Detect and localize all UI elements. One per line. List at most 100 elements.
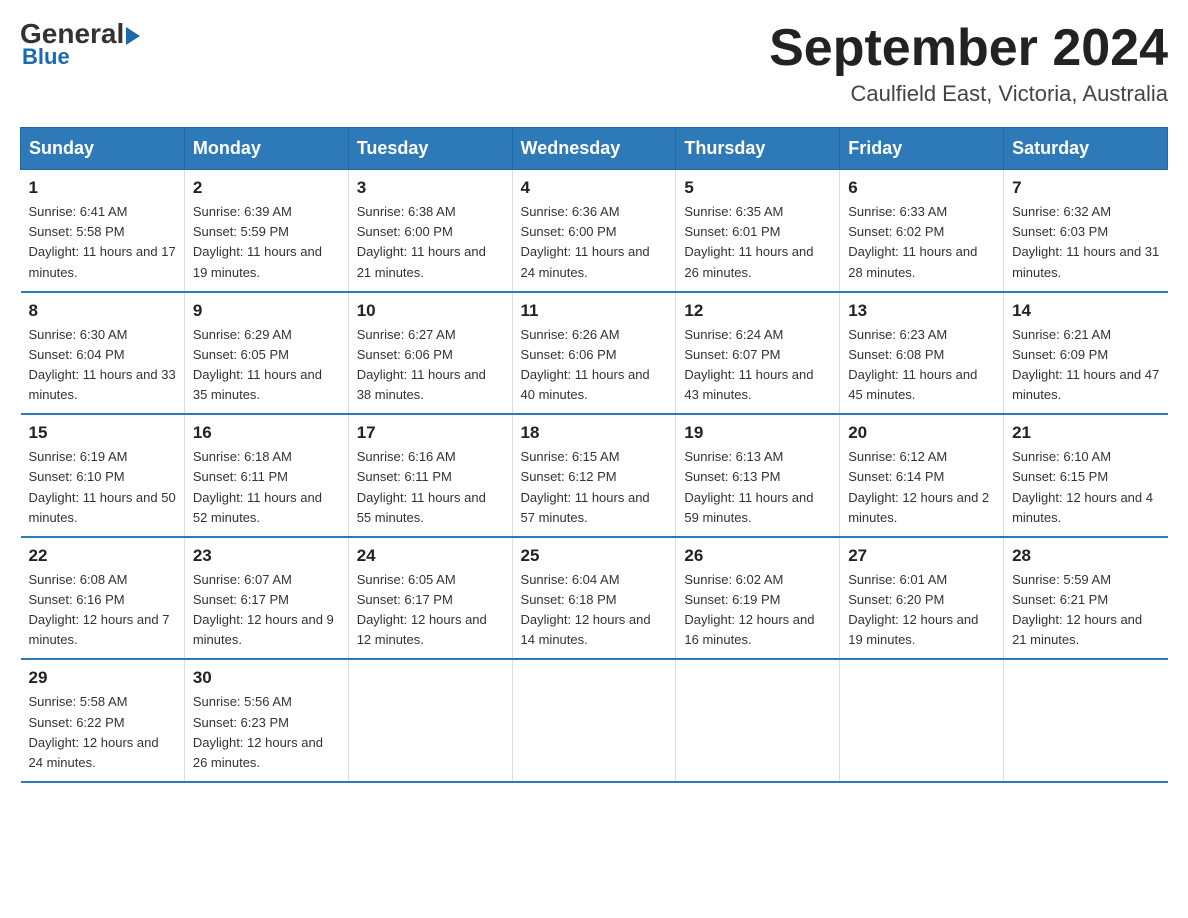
day-info: Sunrise: 6:16 AMSunset: 6:11 PMDaylight:… bbox=[357, 447, 504, 528]
day-number: 18 bbox=[521, 423, 668, 443]
calendar-cell: 15Sunrise: 6:19 AMSunset: 6:10 PMDayligh… bbox=[21, 414, 185, 537]
calendar-cell: 20Sunrise: 6:12 AMSunset: 6:14 PMDayligh… bbox=[840, 414, 1004, 537]
calendar-cell: 14 Sunrise: 6:21 AMSunset: 6:09 PMDayligh… bbox=[1004, 292, 1168, 415]
calendar-cell: 13 Sunrise: 6:23 AMSunset: 6:08 PMDayligh… bbox=[840, 292, 1004, 415]
day-info: Sunrise: 6:04 AMSunset: 6:18 PMDaylight:… bbox=[521, 570, 668, 651]
day-number: 27 bbox=[848, 546, 995, 566]
calendar-header: Sunday Monday Tuesday Wednesday Thursday… bbox=[21, 128, 1168, 170]
day-number: 7 bbox=[1012, 178, 1159, 198]
day-info: Sunrise: 6:01 AMSunset: 6:20 PMDaylight:… bbox=[848, 570, 995, 651]
day-info: Sunrise: 6:24 AMSunset: 6:07 PMDaylight:… bbox=[684, 325, 831, 406]
day-number: 10 bbox=[357, 301, 504, 321]
calendar-cell: 26 Sunrise: 6:02 AMSunset: 6:19 PMDayligh… bbox=[676, 537, 840, 660]
day-info: Sunrise: 6:12 AMSunset: 6:14 PMDaylight:… bbox=[848, 447, 995, 528]
day-info: Sunrise: 6:08 AMSunset: 6:16 PMDaylight:… bbox=[29, 570, 176, 651]
day-info: Sunrise: 6:02 AMSunset: 6:19 PMDaylight:… bbox=[684, 570, 831, 651]
calendar-cell: 9 Sunrise: 6:29 AMSunset: 6:05 PMDaylight… bbox=[184, 292, 348, 415]
header-saturday: Saturday bbox=[1004, 128, 1168, 170]
calendar-cell: 2Sunrise: 6:39 AMSunset: 5:59 PMDaylight… bbox=[184, 170, 348, 292]
logo: General Blue bbox=[20, 20, 140, 70]
calendar-cell: 25 Sunrise: 6:04 AMSunset: 6:18 PMDayligh… bbox=[512, 537, 676, 660]
calendar-cell: 1 Sunrise: 6:41 AMSunset: 5:58 PMDaylight… bbox=[21, 170, 185, 292]
calendar-cell: 10Sunrise: 6:27 AMSunset: 6:06 PMDayligh… bbox=[348, 292, 512, 415]
day-info: Sunrise: 6:41 AMSunset: 5:58 PMDaylight:… bbox=[29, 202, 176, 283]
week-row-4: 22 Sunrise: 6:08 AMSunset: 6:16 PMDayligh… bbox=[21, 537, 1168, 660]
day-number: 8 bbox=[29, 301, 176, 321]
header-tuesday: Tuesday bbox=[348, 128, 512, 170]
calendar-cell: 22 Sunrise: 6:08 AMSunset: 6:16 PMDayligh… bbox=[21, 537, 185, 660]
header-sunday: Sunday bbox=[21, 128, 185, 170]
day-info: Sunrise: 6:38 AMSunset: 6:00 PMDaylight:… bbox=[357, 202, 504, 283]
calendar-cell: 30 Sunrise: 5:56 AMSunset: 6:23 PMDayligh… bbox=[184, 659, 348, 782]
day-number: 29 bbox=[29, 668, 176, 688]
calendar-cell bbox=[840, 659, 1004, 782]
calendar-body: 1 Sunrise: 6:41 AMSunset: 5:58 PMDaylight… bbox=[21, 170, 1168, 782]
day-info: Sunrise: 6:13 AMSunset: 6:13 PMDaylight:… bbox=[684, 447, 831, 528]
week-row-3: 15Sunrise: 6:19 AMSunset: 6:10 PMDayligh… bbox=[21, 414, 1168, 537]
calendar-cell: 29 Sunrise: 5:58 AMSunset: 6:22 PMDayligh… bbox=[21, 659, 185, 782]
day-number: 9 bbox=[193, 301, 340, 321]
calendar-cell bbox=[348, 659, 512, 782]
calendar-cell: 7Sunrise: 6:32 AMSunset: 6:03 PMDaylight… bbox=[1004, 170, 1168, 292]
calendar-cell: 19 Sunrise: 6:13 AMSunset: 6:13 PMDayligh… bbox=[676, 414, 840, 537]
day-number: 24 bbox=[357, 546, 504, 566]
header-row: Sunday Monday Tuesday Wednesday Thursday… bbox=[21, 128, 1168, 170]
day-info: Sunrise: 5:56 AMSunset: 6:23 PMDaylight:… bbox=[193, 692, 340, 773]
day-number: 1 bbox=[29, 178, 176, 198]
week-row-1: 1 Sunrise: 6:41 AMSunset: 5:58 PMDaylight… bbox=[21, 170, 1168, 292]
day-info: Sunrise: 6:07 AMSunset: 6:17 PMDaylight:… bbox=[193, 570, 340, 651]
calendar-cell: 11 Sunrise: 6:26 AMSunset: 6:06 PMDayligh… bbox=[512, 292, 676, 415]
calendar-cell: 18Sunrise: 6:15 AMSunset: 6:12 PMDayligh… bbox=[512, 414, 676, 537]
day-info: Sunrise: 6:29 AMSunset: 6:05 PMDaylight:… bbox=[193, 325, 340, 406]
day-number: 22 bbox=[29, 546, 176, 566]
day-info: Sunrise: 5:58 AMSunset: 6:22 PMDaylight:… bbox=[29, 692, 176, 773]
day-number: 19 bbox=[684, 423, 831, 443]
day-info: Sunrise: 6:36 AMSunset: 6:00 PMDaylight:… bbox=[521, 202, 668, 283]
day-number: 11 bbox=[521, 301, 668, 321]
day-info: Sunrise: 6:19 AMSunset: 6:10 PMDaylight:… bbox=[29, 447, 176, 528]
day-number: 17 bbox=[357, 423, 504, 443]
header-friday: Friday bbox=[840, 128, 1004, 170]
day-number: 5 bbox=[684, 178, 831, 198]
calendar-cell: 23 Sunrise: 6:07 AMSunset: 6:17 PMDayligh… bbox=[184, 537, 348, 660]
day-number: 3 bbox=[357, 178, 504, 198]
calendar-cell: 17 Sunrise: 6:16 AMSunset: 6:11 PMDayligh… bbox=[348, 414, 512, 537]
logo-line2: Blue bbox=[20, 44, 70, 70]
calendar-cell: 28 Sunrise: 5:59 AMSunset: 6:21 PMDayligh… bbox=[1004, 537, 1168, 660]
day-number: 4 bbox=[521, 178, 668, 198]
day-number: 2 bbox=[193, 178, 340, 198]
day-info: Sunrise: 6:33 AMSunset: 6:02 PMDaylight:… bbox=[848, 202, 995, 283]
day-number: 13 bbox=[848, 301, 995, 321]
calendar-cell: 21Sunrise: 6:10 AMSunset: 6:15 PMDayligh… bbox=[1004, 414, 1168, 537]
day-info: Sunrise: 6:30 AMSunset: 6:04 PMDaylight:… bbox=[29, 325, 176, 406]
location: Caulfield East, Victoria, Australia bbox=[769, 81, 1168, 107]
day-info: Sunrise: 6:21 AMSunset: 6:09 PMDaylight:… bbox=[1012, 325, 1159, 406]
day-number: 26 bbox=[684, 546, 831, 566]
calendar-title: September 2024 bbox=[769, 20, 1168, 77]
title-area: September 2024 Caulfield East, Victoria,… bbox=[769, 20, 1168, 107]
day-info: Sunrise: 5:59 AMSunset: 6:21 PMDaylight:… bbox=[1012, 570, 1159, 651]
day-number: 28 bbox=[1012, 546, 1159, 566]
day-number: 23 bbox=[193, 546, 340, 566]
day-number: 16 bbox=[193, 423, 340, 443]
day-number: 6 bbox=[848, 178, 995, 198]
calendar-cell bbox=[676, 659, 840, 782]
day-info: Sunrise: 6:26 AMSunset: 6:06 PMDaylight:… bbox=[521, 325, 668, 406]
calendar-cell bbox=[512, 659, 676, 782]
day-number: 25 bbox=[521, 546, 668, 566]
header-monday: Monday bbox=[184, 128, 348, 170]
day-number: 12 bbox=[684, 301, 831, 321]
calendar-cell: 27 Sunrise: 6:01 AMSunset: 6:20 PMDayligh… bbox=[840, 537, 1004, 660]
calendar-cell: 16Sunrise: 6:18 AMSunset: 6:11 PMDayligh… bbox=[184, 414, 348, 537]
day-info: Sunrise: 6:05 AMSunset: 6:17 PMDaylight:… bbox=[357, 570, 504, 651]
calendar-cell: 6 Sunrise: 6:33 AMSunset: 6:02 PMDaylight… bbox=[840, 170, 1004, 292]
page-header: General Blue September 2024 Caulfield Ea… bbox=[20, 20, 1168, 107]
week-row-2: 8 Sunrise: 6:30 AMSunset: 6:04 PMDaylight… bbox=[21, 292, 1168, 415]
header-wednesday: Wednesday bbox=[512, 128, 676, 170]
day-number: 14 bbox=[1012, 301, 1159, 321]
day-info: Sunrise: 6:23 AMSunset: 6:08 PMDaylight:… bbox=[848, 325, 995, 406]
calendar-cell: 12 Sunrise: 6:24 AMSunset: 6:07 PMDayligh… bbox=[676, 292, 840, 415]
calendar-table: Sunday Monday Tuesday Wednesday Thursday… bbox=[20, 127, 1168, 783]
day-number: 30 bbox=[193, 668, 340, 688]
week-row-5: 29 Sunrise: 5:58 AMSunset: 6:22 PMDayligh… bbox=[21, 659, 1168, 782]
